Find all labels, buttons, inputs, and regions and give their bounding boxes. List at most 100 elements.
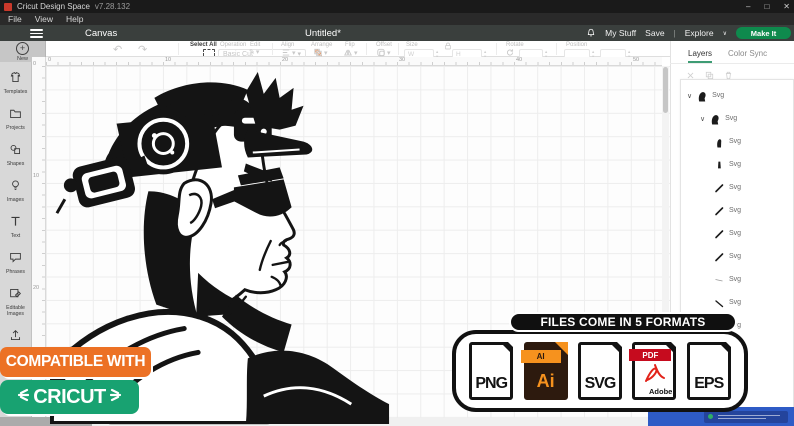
- menu-bar: File View Help: [0, 13, 794, 25]
- editable-images-icon: [9, 287, 22, 305]
- align-icon[interactable]: ▾: [281, 48, 296, 57]
- sidebar-item-shapes[interactable]: Shapes: [0, 143, 32, 168]
- layer-row[interactable]: Svg: [713, 199, 741, 222]
- notification-bell-icon[interactable]: [586, 28, 596, 38]
- layer-row[interactable]: Svg: [713, 268, 741, 291]
- offset-icon[interactable]: ▾: [376, 48, 391, 57]
- rotate-icon[interactable]: [505, 48, 515, 57]
- layer-thumbnail-backslash: [713, 297, 725, 309]
- upload-icon: [9, 329, 22, 347]
- layer-row[interactable]: Svg: [713, 222, 741, 245]
- explore-link[interactable]: Explore: [685, 28, 714, 38]
- save-link[interactable]: Save: [645, 28, 664, 38]
- compatible-with-badge: COMPATIBLE WITH: [0, 347, 151, 377]
- tab-color-sync[interactable]: Color Sync: [728, 49, 767, 58]
- sidebar-item-phrases[interactable]: Phrases: [0, 251, 32, 276]
- format-icon-ai: AI Ai: [520, 342, 568, 400]
- new-button-label: New: [16, 55, 28, 62]
- images-icon: [9, 179, 22, 197]
- plus-icon: +: [16, 41, 29, 55]
- horizontal-ruler: 0 10 20 30 40 50: [46, 57, 662, 66]
- tab-layers[interactable]: Layers: [688, 49, 713, 63]
- adobe-acrobat-swirl-icon: [645, 364, 666, 382]
- maximize-button[interactable]: □: [764, 2, 769, 11]
- hruler-tick-label: 20: [282, 57, 289, 63]
- layer-thumbnail-slash: [713, 228, 725, 240]
- header-divider: |: [673, 28, 676, 38]
- layer-row[interactable]: Svg: [713, 130, 741, 153]
- document-title[interactable]: Untitled*: [305, 28, 341, 39]
- menu-file[interactable]: File: [8, 14, 22, 24]
- format-icon-pdf: PDF Adobe: [629, 342, 677, 400]
- hruler-tick-label: 50: [633, 57, 640, 63]
- projects-icon: [9, 107, 22, 125]
- edit-pencil-icon[interactable]: ✎ ▾: [249, 48, 259, 56]
- layer-thumbnail-slash: [713, 205, 725, 217]
- chevron-down-icon: ∨: [722, 30, 727, 37]
- panel-separator: [670, 63, 794, 64]
- layer-row[interactable]: Svg: [713, 245, 741, 268]
- menu-help[interactable]: Help: [66, 14, 83, 24]
- vruler-tick-label: 0: [33, 61, 37, 67]
- text-icon: [9, 215, 22, 233]
- layer-thumbnail-head: [709, 113, 721, 125]
- sidebar-item-editable-images[interactable]: Editable Images: [0, 287, 32, 317]
- lock-icon[interactable]: [444, 42, 452, 50]
- hruler-tick-label: 30: [399, 57, 406, 63]
- my-stuff-link[interactable]: My Stuff: [605, 28, 636, 38]
- minimize-button[interactable]: –: [746, 2, 750, 11]
- select-all-label: Select All: [190, 42, 217, 48]
- hruler-tick-label: 0: [48, 57, 52, 63]
- banner-dot-icon: [708, 414, 713, 419]
- layer-thumbnail-slash: [713, 251, 725, 263]
- format-icon-png: PNG: [469, 342, 514, 400]
- canvas-label[interactable]: Canvas: [85, 28, 117, 39]
- layer-row[interactable]: Svg: [713, 176, 741, 199]
- templates-icon: [9, 71, 22, 89]
- sidebar-item-templates[interactable]: Templates: [0, 71, 32, 96]
- vruler-tick-label: 10: [33, 173, 40, 179]
- menu-view[interactable]: View: [35, 14, 53, 24]
- window-titlebar: Cricut Design Space v7.28.132 – □ ✕: [0, 0, 794, 13]
- make-it-button[interactable]: Make It: [736, 27, 791, 39]
- formats-card: PNG AI Ai SVG PDF Adobe EPS: [452, 330, 748, 412]
- format-icon-eps: EPS: [686, 342, 731, 400]
- chevron-down-icon[interactable]: ∨: [687, 92, 692, 100]
- undo-icon[interactable]: ↶: [113, 45, 122, 56]
- format-icon-svg: SVG: [577, 342, 622, 400]
- layer-row[interactable]: ∨ Svg: [700, 107, 737, 130]
- position-label: Position: [566, 42, 588, 48]
- hruler-tick-label: 40: [516, 57, 523, 63]
- hruler-tick-label: 10: [165, 57, 172, 63]
- hamburger-menu-icon[interactable]: [30, 29, 43, 38]
- shapes-icon: [9, 143, 22, 161]
- burst-left-icon: [17, 386, 30, 409]
- cricut-badge: CRICUT: [0, 380, 139, 414]
- cricut-app-icon: [4, 2, 12, 11]
- app-version: v7.28.132: [94, 2, 131, 11]
- vruler-tick-label: 20: [33, 285, 40, 291]
- flip-icon[interactable]: ▾: [343, 48, 358, 57]
- layer-thumbnail-head: [696, 90, 708, 102]
- sidebar-item-text[interactable]: Text: [0, 215, 32, 240]
- layer-row[interactable]: Svg: [713, 291, 741, 314]
- app-header: Canvas Untitled* My Stuff Save | Explore…: [0, 25, 794, 41]
- formats-banner-title: FILES COME IN 5 FORMATS: [509, 312, 737, 332]
- sidebar-item-projects[interactable]: Projects: [0, 107, 32, 132]
- sidebar-item-images[interactable]: Images: [0, 179, 32, 204]
- chevron-down-icon[interactable]: ∨: [700, 115, 705, 123]
- layer-thumbnail-thin: [713, 274, 725, 286]
- phrases-icon: [9, 251, 22, 269]
- operation-label: Operation: [220, 42, 247, 48]
- window-title: Cricut Design Space: [17, 2, 90, 11]
- layer-row[interactable]: Svg: [713, 153, 741, 176]
- layer-thumbnail-slash: [713, 182, 725, 194]
- layer-row[interactable]: ∨ Svg: [687, 84, 724, 107]
- burst-right-icon: [109, 386, 122, 409]
- size-label: Size: [406, 42, 418, 48]
- close-button[interactable]: ✕: [783, 2, 790, 11]
- redo-icon[interactable]: ↷: [138, 45, 147, 56]
- layer-thumbnail-blob: [713, 159, 725, 171]
- arrange-icon[interactable]: ▾: [313, 48, 328, 57]
- vertical-scrollbar-thumb[interactable]: [663, 67, 668, 113]
